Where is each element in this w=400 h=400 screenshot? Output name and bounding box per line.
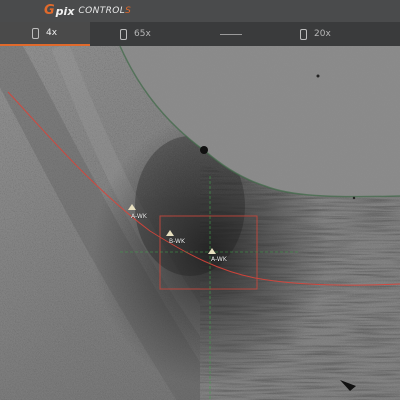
- marker-label: A-WK: [131, 213, 147, 220]
- tab-label: 20x: [314, 29, 331, 39]
- objective-icon: [120, 28, 127, 40]
- brand-pix: pix: [55, 4, 75, 18]
- brand-s: S: [125, 6, 131, 16]
- tab-20x[interactable]: 20x: [300, 22, 400, 46]
- microscope-view[interactable]: A-WK B-WK A-WK: [0, 46, 400, 400]
- measurement-marker-icon[interactable]: [166, 230, 174, 236]
- tab-4x[interactable]: 4x: [0, 22, 90, 46]
- marker-label: B-WK: [169, 238, 185, 245]
- tab-65x[interactable]: 65x: [90, 22, 190, 46]
- tab-blank[interactable]: [190, 22, 300, 46]
- brand-g: G: [44, 3, 55, 18]
- lens-divider-icon: [220, 33, 242, 35]
- app-logo: G pix CONTROL S: [44, 4, 131, 18]
- tab-label: 65x: [134, 29, 151, 39]
- measurement-marker-icon[interactable]: [208, 248, 216, 254]
- objective-icon: [32, 27, 39, 39]
- measurement-marker-icon[interactable]: [128, 204, 136, 210]
- title-bar: G pix CONTROL S: [0, 0, 400, 22]
- tab-label: 4x: [46, 28, 58, 38]
- objective-icon: [300, 28, 307, 40]
- micrograph-image: [0, 46, 400, 400]
- magnification-tabs: 4x 65x 20x: [0, 22, 400, 46]
- app-window: G pix CONTROL S 4x 65x 20x A-WK B-WK A-W…: [0, 0, 400, 400]
- brand-control: CONTROL: [78, 6, 126, 16]
- marker-label: A-WK: [211, 256, 227, 263]
